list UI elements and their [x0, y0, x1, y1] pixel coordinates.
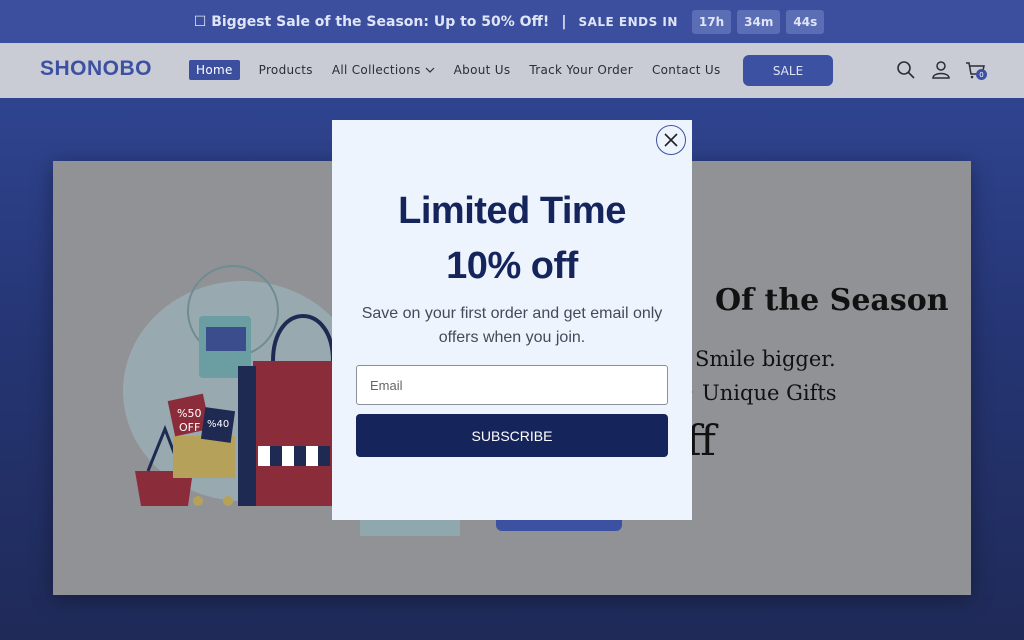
nav-all-collections[interactable]: All Collections [332, 63, 435, 77]
announcement-bar: ☐ Biggest Sale of the Season: Up to 50% … [0, 0, 1024, 43]
popup-title-line2: 10% off [446, 245, 578, 287]
account-icon[interactable] [930, 59, 952, 81]
banner-headline: Of the Season [715, 283, 949, 318]
nav-about-us[interactable]: About Us [454, 63, 511, 77]
sale-button[interactable]: SALE [743, 55, 833, 86]
close-icon [664, 133, 678, 147]
timer-minutes: 34m [737, 9, 781, 34]
timer-seconds: 44s [786, 9, 825, 34]
main-nav: Home Products All Collections About Us T… [189, 60, 740, 80]
nav-all-collections-label: All Collections [331, 63, 421, 77]
chevron-down-icon [425, 67, 435, 73]
nav-home[interactable]: Home [189, 60, 240, 80]
nav-track-order[interactable]: Track Your Order [529, 63, 633, 77]
tag-50: %50 [177, 407, 201, 420]
site-logo[interactable]: SHONOBO [40, 57, 152, 81]
email-input[interactable] [356, 365, 668, 405]
search-icon[interactable] [895, 59, 917, 81]
site-header: SHONOBO Home Products All Collections Ab… [0, 43, 1024, 98]
newsletter-popup: Limited Time 10% off Save on your first … [332, 120, 692, 520]
announcement-separator: | [561, 13, 567, 30]
subscribe-button[interactable]: SUBSCRIBE [356, 414, 668, 457]
banner-line1: Smile bigger. [695, 347, 836, 371]
sale-ends-label: SALE ENDS IN [578, 14, 678, 29]
tag-40: %40 [207, 419, 229, 430]
popup-title: Limited Time 10% off [332, 184, 692, 294]
banner-line2: • Unique Gifts [683, 381, 837, 405]
cart-count-badge: 0 [976, 69, 987, 80]
popup-title-line1: Limited Time [398, 190, 626, 232]
announcement-text: ☐ Biggest Sale of the Season: Up to 50% … [193, 13, 550, 30]
nav-contact-us[interactable]: Contact Us [652, 63, 721, 77]
tag-off: OFF [179, 421, 200, 434]
close-popup-button[interactable] [656, 125, 686, 155]
nav-products[interactable]: Products [259, 63, 313, 77]
popup-subtitle: Save on your first order and get email o… [361, 305, 663, 346]
timer-hours: 17h [691, 9, 732, 34]
